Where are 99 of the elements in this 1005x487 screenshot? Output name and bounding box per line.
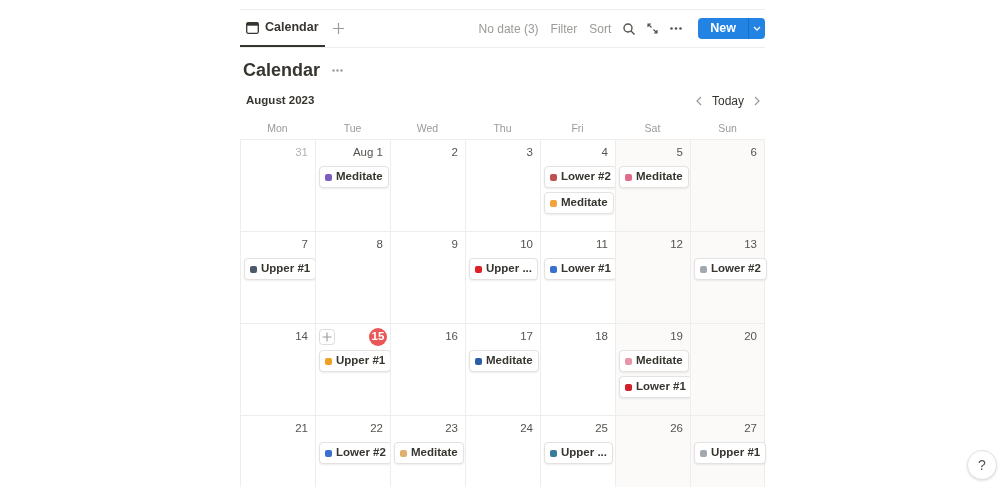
weekday-label: Thu: [492, 121, 513, 136]
day-number: 16: [445, 329, 459, 345]
weekday-label: Fri: [570, 121, 585, 136]
chevron-left-icon[interactable]: [695, 96, 702, 106]
event-title: Upper #1: [261, 261, 311, 277]
event-card[interactable]: Upper ...: [544, 442, 613, 464]
day-cell[interactable]: Aug 1 Meditate: [315, 140, 390, 231]
day-number: 11: [596, 237, 609, 253]
day-cell[interactable]: 5 Meditate: [615, 140, 690, 231]
day-number: 10: [520, 237, 534, 253]
day-number: 2: [451, 145, 459, 161]
day-cell[interactable]: 22 Lower #2: [315, 416, 390, 487]
event-card[interactable]: Upper ...: [469, 258, 538, 280]
weekday-label: Sat: [643, 121, 662, 136]
day-cell[interactable]: 20: [690, 324, 765, 415]
event-title: Upper ...: [486, 261, 532, 277]
event-title: Meditate: [411, 445, 458, 461]
add-icon[interactable]: [319, 329, 335, 345]
event-title: Upper ...: [561, 445, 607, 461]
day-number: 4: [601, 145, 609, 161]
day-number: 7: [301, 237, 309, 253]
plus-icon[interactable]: [332, 23, 344, 34]
day-number: Aug 1: [352, 145, 384, 161]
event-card[interactable]: Lower #2: [694, 258, 767, 280]
event-card[interactable]: Lower #2: [319, 442, 392, 464]
event-card[interactable]: Meditate: [619, 350, 689, 372]
day-number: 14: [295, 329, 309, 345]
day-number: 19: [670, 329, 684, 345]
help-button[interactable]: ?: [967, 450, 997, 480]
day-cell[interactable]: 25 Upper ...: [540, 416, 615, 487]
day-cell[interactable]: 6: [690, 140, 765, 231]
day-number: 5: [676, 145, 684, 161]
event-title: Upper #1: [336, 353, 386, 369]
chevron-right-icon[interactable]: [754, 96, 760, 106]
event-card[interactable]: Upper #1: [319, 350, 392, 372]
day-cell[interactable]: 26: [615, 416, 690, 487]
day-number: 18: [595, 329, 609, 345]
day-number: 22: [370, 421, 384, 437]
event-title: Meditate: [636, 169, 683, 185]
day-number: 12: [670, 237, 684, 253]
weekday-label: Mon: [266, 121, 289, 136]
event-card[interactable]: Lower #2: [544, 166, 617, 188]
search-icon[interactable]: [623, 22, 636, 35]
day-number: 21: [295, 421, 309, 437]
weekday-label: Wed: [415, 121, 440, 136]
day-number: 15: [369, 328, 387, 346]
event-title: Meditate: [561, 195, 608, 211]
day-cell[interactable]: 15 Upper #1: [315, 324, 390, 415]
today-button[interactable]: Today: [711, 92, 744, 110]
day-number: 27: [744, 421, 758, 437]
event-title: Meditate: [336, 169, 383, 185]
day-number: 13: [744, 237, 758, 253]
day-cell[interactable]: 17 Meditate: [465, 324, 540, 415]
day-number: 26: [670, 421, 684, 437]
month-label: August 2023: [246, 93, 315, 109]
event-title: Lower #2: [561, 169, 611, 185]
day-number: 3: [526, 145, 534, 161]
day-number: 31: [295, 145, 309, 161]
weekday-label: Tue: [342, 121, 363, 136]
event-card[interactable]: Meditate: [319, 166, 389, 188]
event-card[interactable]: Lower #1: [544, 258, 617, 280]
event-card[interactable]: Upper #1: [694, 442, 767, 464]
page-title: Calendar: [243, 59, 321, 82]
day-cell[interactable]: 4 Lower #2 Meditate: [540, 140, 615, 231]
weekday-label: Sun: [717, 121, 738, 136]
event-title: Lower #1: [636, 379, 686, 395]
view-tab[interactable]: Calendar: [240, 10, 325, 47]
day-number: 24: [520, 421, 534, 437]
day-number: 25: [595, 421, 609, 437]
day-number: 9: [451, 237, 459, 253]
calendar-icon: [246, 21, 259, 34]
day-cell[interactable]: 7 Upper #1: [240, 232, 315, 323]
event-title: Lower #2: [336, 445, 386, 461]
day-number: 17: [520, 329, 534, 345]
day-cell[interactable]: 23 Meditate: [390, 416, 465, 487]
event-title: Upper #1: [711, 445, 761, 461]
day-number: 8: [376, 237, 384, 253]
expand-icon[interactable]: [647, 23, 659, 34]
day-cell[interactable]: 11 Lower #1: [540, 232, 615, 323]
event-card[interactable]: Meditate: [619, 166, 689, 188]
event-title: Meditate: [486, 353, 533, 369]
day-number: 23: [445, 421, 459, 437]
day-cell[interactable]: 19 Meditate Lower #1: [615, 324, 690, 415]
event-title: Lower #1: [561, 261, 611, 277]
day-number: 20: [744, 329, 758, 345]
event-card[interactable]: Meditate: [469, 350, 539, 372]
event-title: Meditate: [636, 353, 683, 369]
event-card[interactable]: Upper #1: [244, 258, 317, 280]
event-card[interactable]: Lower #1: [619, 376, 692, 398]
more-icon[interactable]: [670, 27, 683, 30]
event-title: Lower #2: [711, 261, 761, 277]
day-cell[interactable]: 27 Upper #1: [690, 416, 765, 487]
day-number: 6: [750, 145, 758, 161]
day-cell[interactable]: 12: [615, 232, 690, 323]
day-cell[interactable]: 10 Upper ...: [465, 232, 540, 323]
event-card[interactable]: Meditate: [394, 442, 464, 464]
event-card[interactable]: Meditate: [544, 192, 614, 214]
chevron-down-icon: [753, 26, 761, 31]
day-cell[interactable]: 13 Lower #2: [690, 232, 765, 323]
